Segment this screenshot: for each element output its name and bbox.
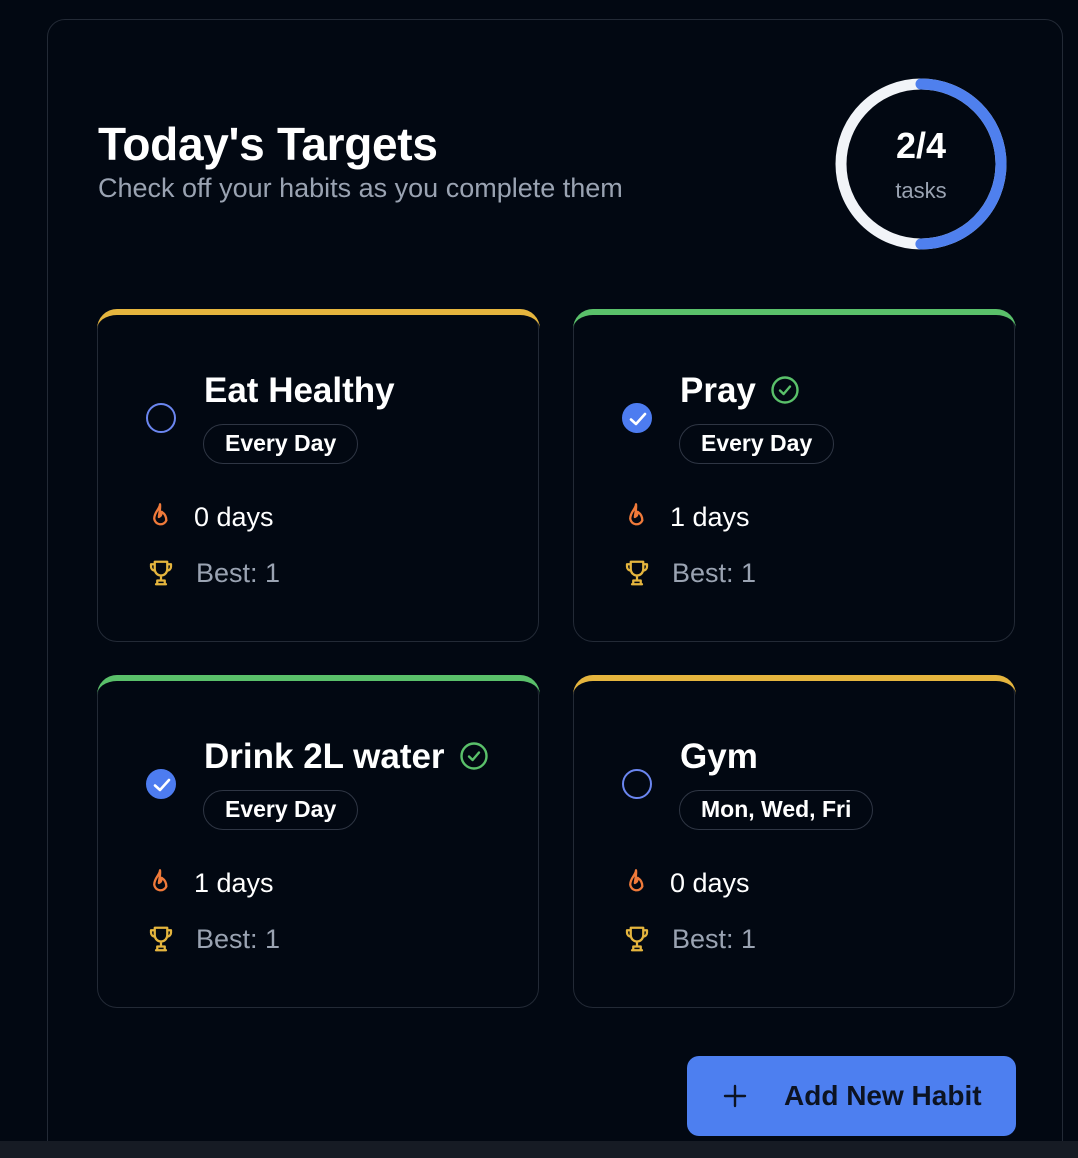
habit-name: Eat Healthy [204,370,395,412]
check-circle-icon [771,376,799,404]
habit-name: Pray [680,370,800,412]
habit-tracker-page: Today's Targets Check off your habits as… [0,0,1078,1158]
progress-ring: 2/4 tasks [833,76,1009,252]
streak-value: 0 days [670,868,750,898]
habit-card: Gym Mon, Wed, Fri 0 days Best: 1 [572,674,1016,1008]
trophy-icon [625,560,649,586]
frequency-badge: Every Day [203,424,359,464]
trophy-icon [149,560,173,586]
flame-icon [629,869,644,892]
add-new-habit-button[interactable]: Add New Habit [687,1056,1016,1136]
habit-name-text: Gym [680,737,758,776]
habit-checkbox[interactable] [146,769,176,799]
habit-status-bar [96,674,540,695]
streak-row: 0 days [622,866,750,900]
habit-status-bar [572,674,1016,695]
best-streak-row: Best: 1 [622,922,756,956]
streak-row: 0 days [146,500,274,534]
habit-card: Pray Every Day 1 days Best: 1 [572,308,1016,642]
frequency-badge: Every Day [679,424,835,464]
trophy-icon [149,926,173,952]
add-new-habit-label: Add New Habit [784,1080,982,1111]
best-streak-value: Best: 1 [672,924,757,954]
check-circle-icon [459,742,488,770]
frequency-badge: Every Day [203,790,359,830]
streak-row: 1 days [146,866,274,900]
progress-unit-label: tasks [895,178,947,203]
flame-icon [153,503,168,526]
flame-icon [153,869,168,892]
best-streak-row: Best: 1 [146,922,280,956]
progress-count: 2/4 [895,125,947,166]
best-streak-value: Best: 1 [196,924,281,954]
page-title: Today's Targets [98,118,438,170]
habit-name: Drink 2L water [204,736,489,778]
habit-name-text: Eat Healthy [204,371,395,410]
habit-name-text: Drink 2L water [204,737,445,776]
habit-checkbox[interactable] [622,769,652,799]
frequency-badge: Mon, Wed, Fri [679,790,874,830]
checkmark-icon [629,412,647,426]
bottom-scroll-strip [0,1141,1078,1158]
best-streak-value: Best: 1 [196,558,281,588]
habit-status-bar [572,308,1016,329]
plus-icon [723,1084,747,1108]
flame-icon [629,503,644,526]
checkmark-icon [153,778,171,792]
habit-name: Gym [680,736,758,778]
habit-name-text: Pray [680,371,756,410]
habit-card: Eat Healthy Every Day 0 days Best: 1 [96,308,540,642]
trophy-icon [625,926,649,952]
streak-value: 0 days [194,502,274,532]
habit-checkbox[interactable] [146,403,176,433]
streak-value: 1 days [194,868,274,898]
streak-value: 1 days [670,502,750,532]
streak-row: 1 days [622,500,750,534]
best-streak-value: Best: 1 [672,558,757,588]
habit-status-bar [96,308,540,329]
best-streak-row: Best: 1 [146,556,280,590]
habit-card: Drink 2L water Every Day 1 days Best: 1 [96,674,540,1008]
habit-checkbox[interactable] [622,403,652,433]
best-streak-row: Best: 1 [622,556,756,590]
page-subtitle: Check off your habits as you complete th… [98,173,623,203]
